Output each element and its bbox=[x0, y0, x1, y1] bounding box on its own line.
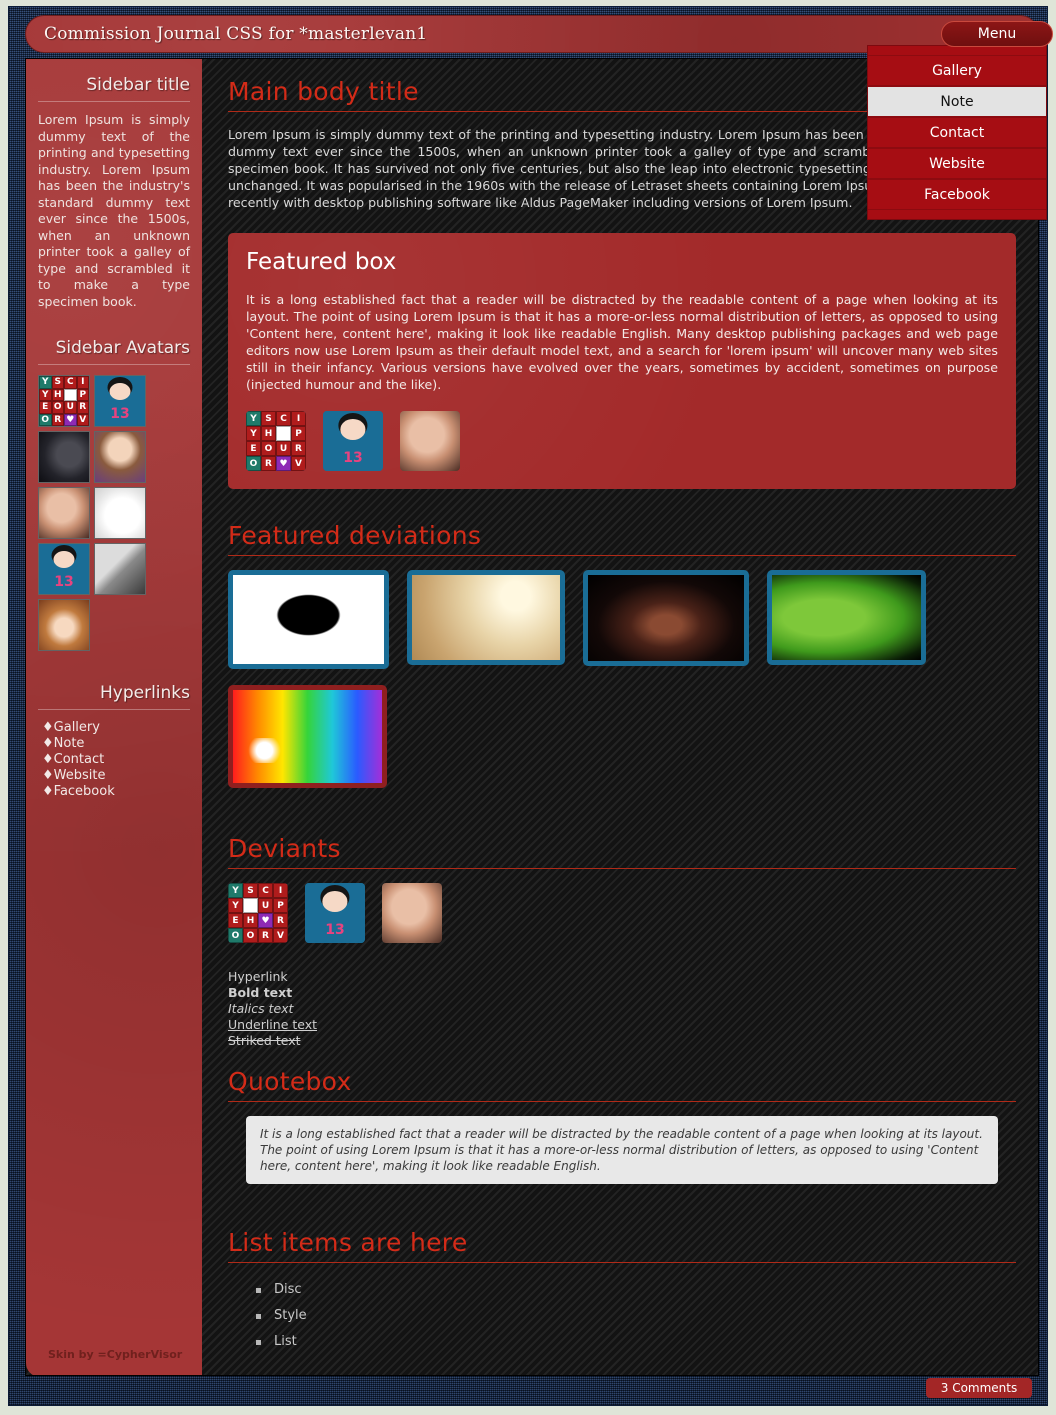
black-dragon-icon bbox=[39, 432, 89, 482]
disc-list: Disc Style List bbox=[256, 1277, 1016, 1355]
main-content: Main body title Lorem Ipsum is simply du… bbox=[202, 59, 1038, 1375]
style-underline: Underline text bbox=[228, 1017, 318, 1032]
wordsearch-icon: YSCI YHP EOUR O R ♥ V bbox=[246, 411, 306, 471]
deviation-thumb-rainbow-light[interactable] bbox=[228, 685, 387, 788]
deviant-avatar-wordsearch[interactable]: YSCI YUP E H ♥ R OORV bbox=[228, 883, 288, 943]
text-style-demo: Hyperlink Bold text Italics text Underli… bbox=[228, 969, 1016, 1049]
menu-item-gallery[interactable]: Gallery bbox=[868, 55, 1046, 86]
deviants-rule bbox=[228, 868, 1016, 869]
window-title: Commission Journal CSS for *masterlevan1 bbox=[44, 24, 428, 44]
deviation-thumb-screaming-face[interactable] bbox=[583, 570, 749, 666]
sidebar-link-note[interactable]: Note bbox=[42, 736, 190, 752]
style-striked: Striked text bbox=[228, 1033, 301, 1048]
page-frame: Commission Journal CSS for *masterlevan1… bbox=[8, 6, 1053, 1406]
list-item-list: List bbox=[256, 1329, 1016, 1355]
style-hyperlink[interactable]: Hyperlink bbox=[228, 969, 1016, 985]
deviant-avatar-doll-13[interactable] bbox=[305, 883, 365, 943]
featured-avatar-woman-photo[interactable] bbox=[400, 411, 460, 471]
deviation-thumb-green-leaf[interactable] bbox=[767, 570, 926, 665]
sidebar-text: Lorem Ipsum is simply dummy text of the … bbox=[38, 112, 190, 309]
gothic-portrait-image bbox=[233, 575, 384, 664]
deviants-avatars: YSCI YUP E H ♥ R OORV bbox=[228, 883, 1016, 943]
featured-avatar-wordsearch[interactable]: YSCI YHP EOUR O R ♥ V bbox=[246, 411, 306, 471]
sidebar-avatars-title: Sidebar Avatars bbox=[55, 338, 190, 358]
featured-box-title: Featured box bbox=[246, 249, 397, 275]
wordsearch-icon: YSCI YHP EOUR O R ♥ V bbox=[39, 376, 89, 426]
featured-deviations-title: Featured deviations bbox=[228, 521, 482, 550]
sidebar-avatar-woman-photo[interactable] bbox=[38, 487, 90, 539]
menu-button-label: Menu bbox=[977, 26, 1017, 42]
deviation-thumb-champagne-glasses[interactable] bbox=[407, 570, 565, 665]
sidebar-avatar-wordsearch[interactable]: YSCI YHP EOUR O R ♥ V bbox=[38, 375, 90, 427]
woman-photo-icon bbox=[39, 488, 89, 538]
man-photo-icon bbox=[95, 544, 145, 594]
menu-item-facebook[interactable]: Facebook bbox=[868, 179, 1046, 210]
sidebar-avatar-glasses-girl[interactable] bbox=[38, 599, 90, 651]
featured-deviations-rule bbox=[228, 555, 1016, 556]
menu-item-contact[interactable]: Contact bbox=[868, 117, 1046, 148]
sidebar-avatar-man-photo[interactable] bbox=[94, 543, 146, 595]
sidebar-avatar-doll-13-2[interactable] bbox=[38, 543, 90, 595]
style-bold: Bold text bbox=[228, 985, 293, 1000]
quotebox: It is a long established fact that a rea… bbox=[246, 1116, 998, 1184]
sidebar-link-gallery[interactable]: Gallery bbox=[42, 720, 190, 736]
sidebar-link-facebook[interactable]: Facebook bbox=[42, 784, 190, 800]
featured-box-text: It is a long established fact that a rea… bbox=[246, 292, 998, 392]
style-italics: Italics text bbox=[228, 1001, 294, 1016]
champagne-glasses-image bbox=[412, 575, 560, 660]
doll-13-icon bbox=[305, 883, 365, 943]
sidebar-avatar-dragon[interactable] bbox=[38, 431, 90, 483]
sidebar-avatar-chibi[interactable] bbox=[94, 431, 146, 483]
body-panel: Sidebar title Lorem Ipsum is simply dumm… bbox=[25, 58, 1039, 1376]
list-item-style: Style bbox=[256, 1303, 1016, 1329]
woman-photo-icon bbox=[400, 411, 460, 471]
quotebox-title: Quotebox bbox=[228, 1067, 352, 1096]
featured-deviations-row-2 bbox=[228, 685, 1016, 788]
quotebox-rule bbox=[228, 1101, 1016, 1102]
sidebar-title: Sidebar title bbox=[86, 75, 190, 95]
comments-label: 3 Comments bbox=[940, 1381, 1018, 1395]
menu-item-note[interactable]: Note bbox=[868, 86, 1046, 117]
skin-credit: Skin by =CypherVisor bbox=[48, 1348, 183, 1361]
white-bunny-icon bbox=[95, 488, 145, 538]
sidebar-avatar-grid: YSCI YHP EOUR O R ♥ V bbox=[38, 375, 190, 651]
doll-13-icon bbox=[39, 544, 89, 594]
woman-photo-icon bbox=[382, 883, 442, 943]
list-section-rule bbox=[228, 1262, 1016, 1263]
sidebar-avatar-bunny[interactable] bbox=[94, 487, 146, 539]
deviation-thumb-gothic-portrait[interactable] bbox=[228, 570, 389, 669]
menu-button[interactable]: Menu bbox=[941, 21, 1053, 47]
doll-13-icon bbox=[323, 411, 383, 471]
sidebar-link-contact[interactable]: Contact bbox=[42, 752, 190, 768]
menu-item-website[interactable]: Website bbox=[868, 148, 1046, 179]
sidebar-links-title: Hyperlinks bbox=[99, 683, 190, 703]
chibi-girl-icon bbox=[95, 432, 145, 482]
sidebar-avatar-doll-13[interactable] bbox=[94, 375, 146, 427]
wordsearch-icon: YSCI YUP E H ♥ R OORV bbox=[228, 883, 288, 943]
doll-13-icon bbox=[95, 376, 145, 426]
featured-avatar-doll-13[interactable] bbox=[323, 411, 383, 471]
sidebar-links-rule bbox=[38, 709, 190, 710]
rainbow-light-image bbox=[233, 690, 382, 783]
menu-dropdown[interactable]: Gallery Note Contact Website Facebook bbox=[867, 45, 1047, 220]
list-section-title: List items are here bbox=[228, 1228, 468, 1257]
green-leaf-image bbox=[772, 575, 921, 660]
featured-box: Featured box It is a long established fa… bbox=[228, 233, 1016, 489]
deviants-title: Deviants bbox=[228, 834, 341, 863]
screaming-face-image bbox=[588, 575, 744, 661]
glasses-girl-icon bbox=[39, 600, 89, 650]
comments-button[interactable]: 3 Comments bbox=[926, 1378, 1032, 1398]
featured-box-avatars: YSCI YHP EOUR O R ♥ V bbox=[246, 411, 998, 471]
sidebar-link-list: Gallery Note Contact Website Facebook bbox=[38, 720, 190, 800]
sidebar-link-website[interactable]: Website bbox=[42, 768, 190, 784]
featured-deviations-row bbox=[228, 570, 1016, 669]
sidebar-avatars-rule bbox=[38, 364, 190, 365]
list-item-disc: Disc bbox=[256, 1277, 1016, 1303]
sidebar: Sidebar title Lorem Ipsum is simply dumm… bbox=[26, 59, 202, 1375]
deviant-avatar-woman-photo[interactable] bbox=[382, 883, 442, 943]
sidebar-title-rule bbox=[38, 101, 190, 102]
